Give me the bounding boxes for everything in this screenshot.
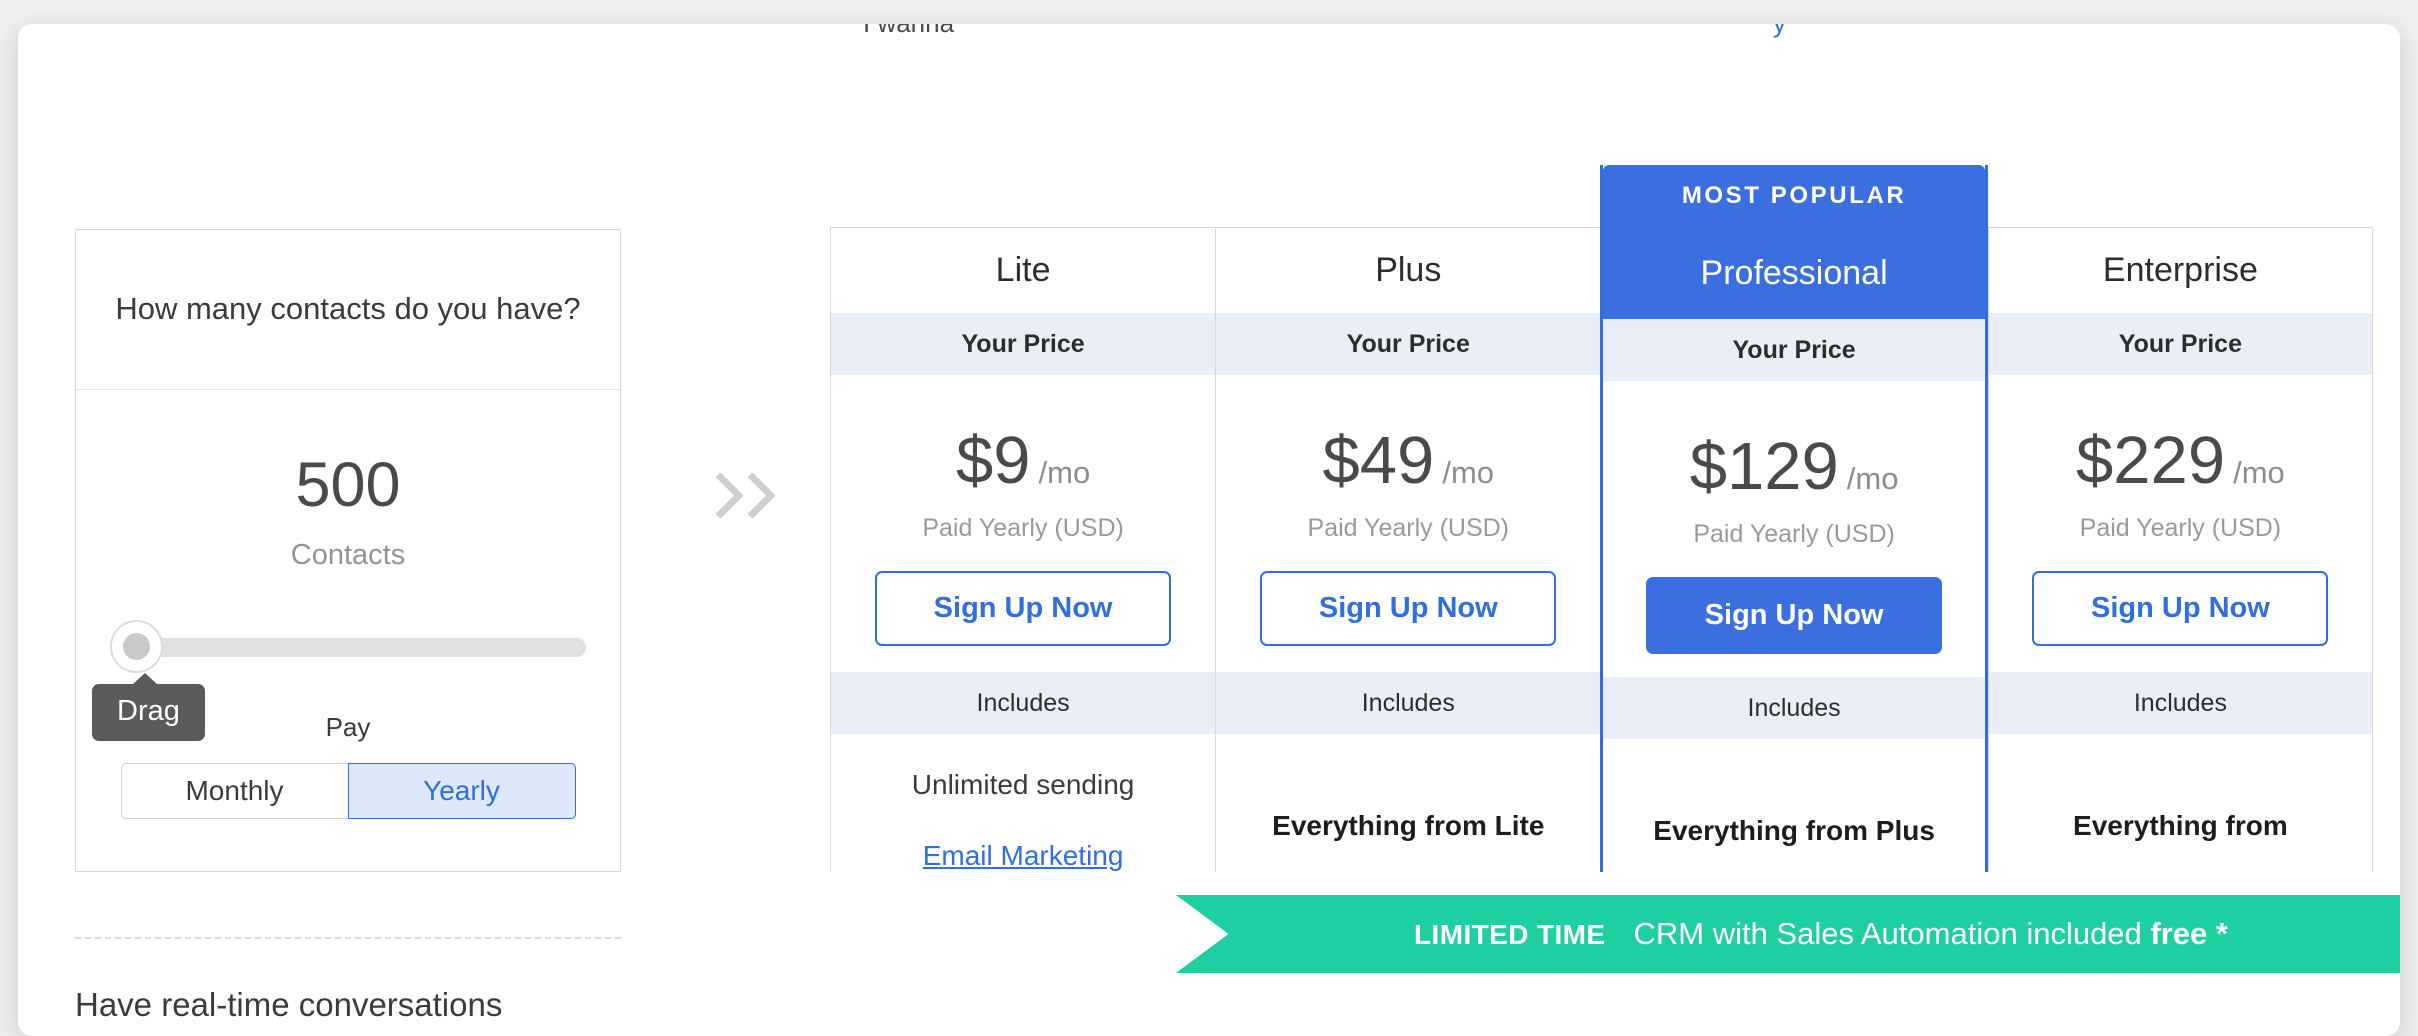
plan-column-lite: Lite Your Price $9 /mo Paid Yearly (USD)…	[830, 227, 1216, 872]
plan-price-row-lite: $9 /mo	[956, 427, 1090, 494]
plan-price-label-professional: Your Price	[1603, 319, 1985, 381]
plan-price-label-lite: Your Price	[831, 313, 1216, 375]
plan-price-note-professional: Paid Yearly (USD)	[1693, 520, 1895, 548]
chevron-right-icon	[734, 472, 760, 524]
page-top-cutoff-text: I wanna y	[18, 24, 2400, 54]
drag-tooltip: Drag	[92, 673, 205, 741]
contacts-calculator-panel: How many contacts do you have? 500 Conta…	[75, 229, 621, 872]
plan-includes-label-lite: Includes	[831, 672, 1216, 734]
plan-pricebox-professional: $129 /mo Paid Yearly (USD) Sign Up Now	[1603, 381, 1984, 655]
calculator-body: 500 Contacts Drag Pay Monthly Yearly	[76, 390, 620, 819]
feature-item: Everything from Plus	[1653, 815, 1935, 846]
plan-price-note-lite: Paid Yearly (USD)	[922, 514, 1124, 542]
feature-item: Unlimited sending	[911, 769, 1135, 800]
plan-name-enterprise: Enterprise	[1988, 227, 2372, 313]
plan-features-plus: Everything from Lite	[1216, 734, 1600, 842]
ribbon-body: LIMITED TIME CRM with Sales Automation i…	[1176, 895, 2400, 973]
contacts-count-label: Contacts	[290, 539, 406, 571]
cutoff-left-fragment: I wanna	[863, 24, 954, 39]
plan-includes-label-plus: Includes	[1216, 672, 1601, 734]
pay-period-toggle[interactable]: Monthly Yearly	[120, 763, 576, 819]
feature-item: Everything from	[2073, 810, 2288, 841]
plan-column-plus: Plus Your Price $49 /mo Paid Yearly (USD…	[1215, 227, 1601, 872]
contacts-slider[interactable]: Drag	[92, 620, 586, 741]
feature-link-email-marketing[interactable]: Email Marketing	[923, 840, 1124, 872]
plan-price-period-enterprise: /mo	[2233, 455, 2285, 490]
ribbon-badge-label: LIMITED TIME	[1414, 919, 1606, 950]
pay-option-yearly[interactable]: Yearly	[347, 763, 576, 819]
double-chevron-right-icon	[702, 472, 766, 524]
plan-price-plus: $49	[1322, 423, 1435, 498]
plan-includes-label-enterprise: Includes	[1988, 672, 2372, 734]
calculator-question: How many contacts do you have?	[76, 230, 620, 390]
plan-features-professional: Everything from Plus	[1603, 739, 1984, 847]
signup-button-enterprise[interactable]: Sign Up Now	[2032, 571, 2329, 646]
chevron-right-icon	[702, 472, 728, 524]
plan-pricebox-lite: $9 /mo Paid Yearly (USD) Sign Up Now	[831, 375, 1215, 649]
plan-price-period-lite: /mo	[1038, 455, 1091, 490]
most-popular-badge: MOST POPULAR	[1603, 165, 1985, 227]
signup-button-professional[interactable]: Sign Up Now	[1646, 577, 1943, 654]
plan-price-period-plus: /mo	[1442, 455, 1495, 490]
feature-item: Everything from Lite	[1272, 810, 1545, 841]
limited-time-ribbon: LIMITED TIME CRM with Sales Automation i…	[1176, 895, 2400, 973]
section-divider	[75, 937, 621, 939]
ribbon-text: LIMITED TIME CRM with Sales Automation i…	[1414, 916, 2228, 952]
plan-price-label-enterprise: Your Price	[1988, 313, 2372, 375]
plan-price-row-professional: $129 /mo	[1690, 433, 1899, 500]
slider-handle[interactable]	[110, 620, 163, 673]
ribbon-message-prefix: CRM with Sales Automation included	[1633, 916, 2151, 951]
plan-pricebox-enterprise: $229 /mo Paid Yearly (USD) Sign Up Now	[1989, 375, 2372, 649]
pay-option-monthly[interactable]: Monthly	[120, 763, 348, 819]
plan-features-lite: Unlimited sending Email Marketing	[831, 734, 1215, 872]
plan-price-note-enterprise: Paid Yearly (USD)	[2079, 514, 2282, 542]
plan-column-professional: MOST POPULAR Professional Your Price $12…	[1600, 165, 1988, 872]
signup-button-plus[interactable]: Sign Up Now	[1260, 571, 1557, 646]
pricing-table: Lite Your Price $9 /mo Paid Yearly (USD)…	[830, 165, 2373, 872]
signup-button-lite[interactable]: Sign Up Now	[875, 571, 1172, 646]
plan-name-lite: Lite	[831, 227, 1216, 313]
plan-price-lite: $9	[955, 423, 1031, 498]
plan-name-plus: Plus	[1216, 227, 1601, 313]
plan-price-row-plus: $49 /mo	[1323, 427, 1494, 494]
plan-price-period-professional: /mo	[1846, 461, 1899, 496]
plan-price-label-plus: Your Price	[1216, 313, 1601, 375]
plan-features-enterprise: Everything from	[1989, 734, 2372, 842]
cutoff-right-fragment: y	[1773, 24, 1786, 39]
plan-price-enterprise: $229	[2076, 423, 2226, 498]
lower-section-heading: Have real-time conversations	[75, 986, 503, 1023]
slider-track[interactable]	[122, 638, 586, 657]
plan-includes-label-professional: Includes	[1603, 677, 1985, 739]
plan-name-professional: Professional	[1603, 227, 1985, 319]
plan-price-professional: $129	[1689, 429, 1839, 504]
calculator-question-text: How many contacts do you have?	[115, 291, 581, 327]
contacts-count-value: 500	[295, 450, 401, 520]
plan-pricebox-plus: $49 /mo Paid Yearly (USD) Sign Up Now	[1216, 375, 1600, 649]
plan-price-row-enterprise: $229 /mo	[2076, 427, 2285, 494]
ribbon-message: CRM with Sales Automation included free …	[1633, 916, 2227, 952]
plan-price-note-plus: Paid Yearly (USD)	[1307, 514, 1510, 542]
plan-column-enterprise: Enterprise Your Price $229 /mo Paid Year…	[1987, 227, 2373, 872]
pricing-page-card: I wanna y How many contacts do you have?…	[18, 24, 2400, 1036]
ribbon-message-bold: free *	[2150, 916, 2228, 951]
